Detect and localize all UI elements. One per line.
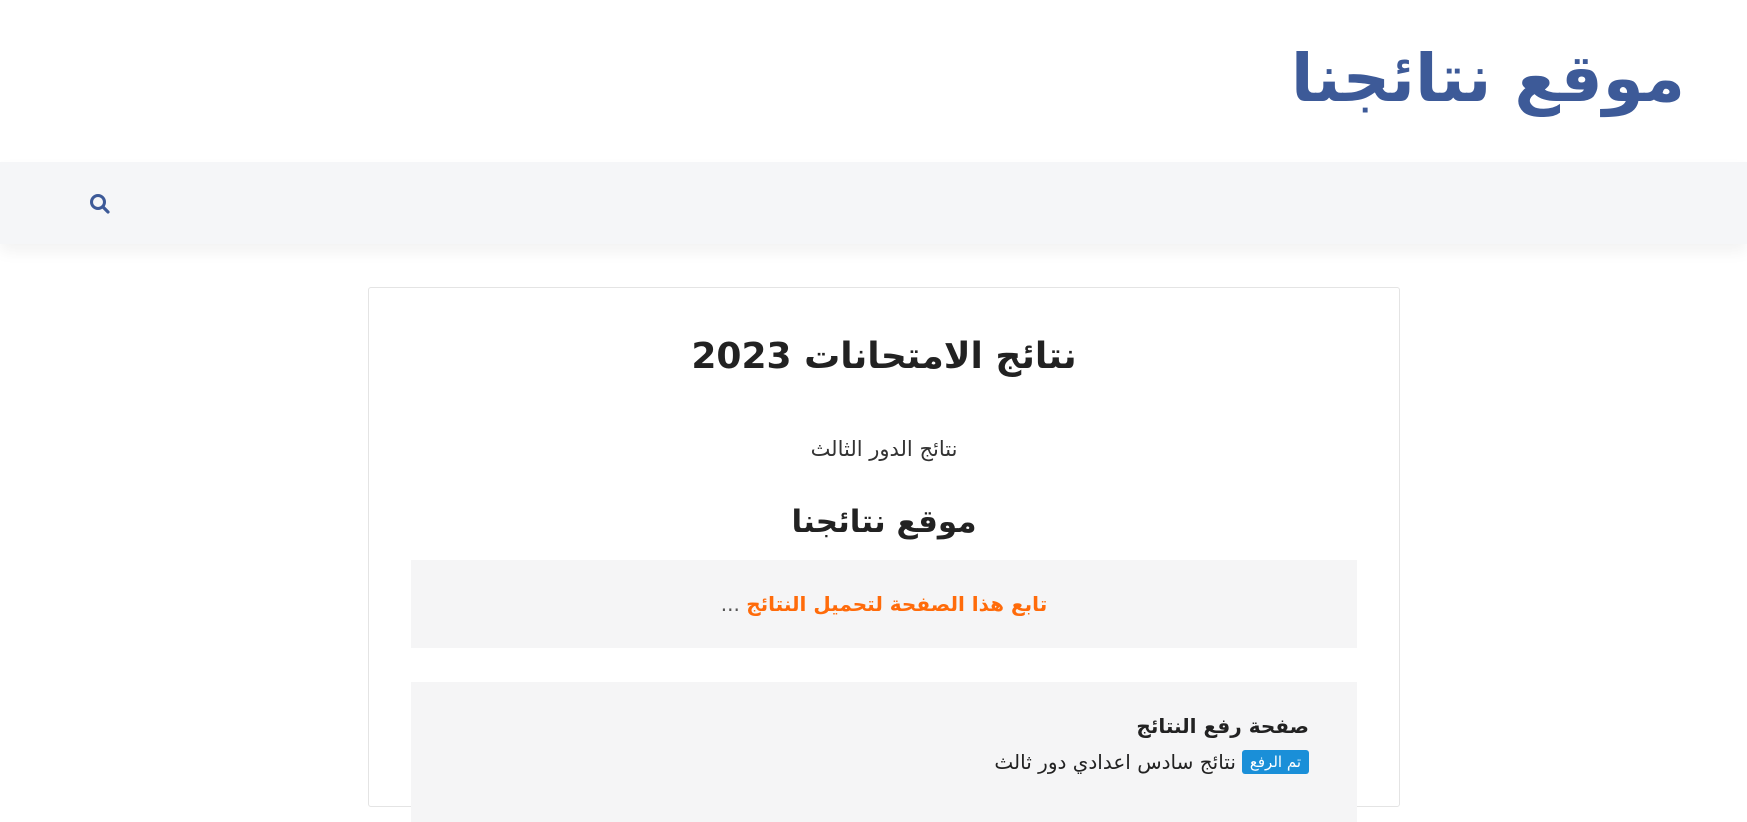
status-badge: تم الرفع: [1241, 750, 1309, 774]
results-box: صفحة رفع النتائج تم الرفع نتائج سادس اعد…: [411, 682, 1357, 822]
result-item[interactable]: تم الرفع نتائج سادس اعدادي دور ثالث: [994, 748, 1309, 776]
follow-page-link[interactable]: تابع هذا الصفحة لتحميل النتائج: [746, 592, 1047, 616]
results-heading: صفحة رفع النتائج: [1136, 714, 1309, 738]
search-icon: [90, 194, 110, 214]
notice-box: تابع هذا الصفحة لتحميل النتائج ...: [411, 560, 1357, 648]
navbar: [0, 162, 1747, 244]
site-header: موقع نتائجنا: [0, 0, 1747, 162]
article-title: نتائج الامتحانات 2023: [691, 336, 1077, 377]
article-card: نتائج الامتحانات 2023 نتائج الدور الثالث…: [368, 287, 1400, 822]
article-subtitle: نتائج الدور الثالث: [810, 437, 958, 461]
notice-ellipsis: ...: [720, 592, 740, 616]
site-title[interactable]: موقع نتائجنا: [1291, 34, 1685, 124]
result-item-label: نتائج سادس اعدادي دور ثالث: [994, 750, 1236, 774]
search-button[interactable]: [86, 190, 114, 218]
article-heading: موقع نتائجنا: [791, 504, 977, 540]
